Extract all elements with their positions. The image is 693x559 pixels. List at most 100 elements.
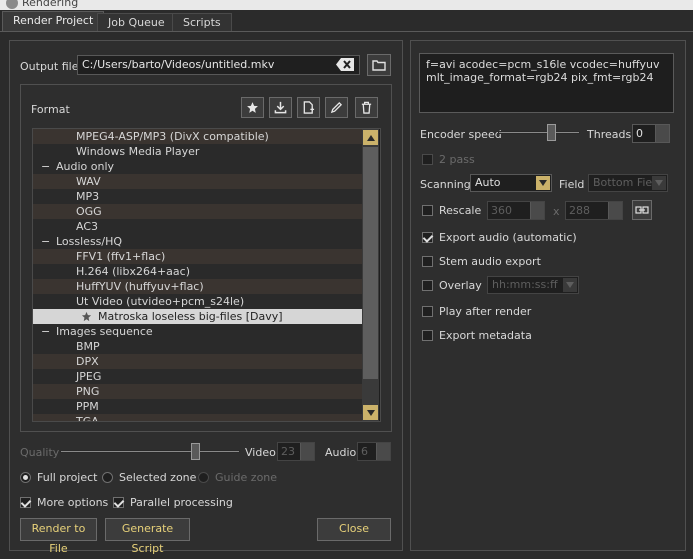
rescale-option[interactable]: Rescale (422, 204, 481, 217)
overlay-checkbox[interactable] (422, 280, 433, 291)
generate-script-button[interactable]: Generate Script (105, 518, 190, 555)
field-select[interactable]: Bottom Field (588, 174, 668, 192)
link-aspect-button[interactable] (632, 200, 652, 220)
rescale-width-value: 360 (491, 204, 512, 217)
tab-job-queue[interactable]: Job Queue (97, 13, 176, 31)
more-options-option[interactable]: More options (20, 496, 108, 509)
scroll-down-button[interactable] (363, 405, 378, 420)
download-button[interactable] (269, 97, 292, 118)
guide-zone-radio[interactable] (198, 472, 209, 483)
output-file-input[interactable]: C:/Users/barto/Videos/untitled.mkv (77, 55, 360, 75)
collapse-icon[interactable]: − (41, 234, 50, 249)
more-options-checkbox[interactable] (20, 497, 31, 508)
format-item[interactable]: Windows Media Player (33, 144, 363, 159)
format-item-label: Ut Video (utvideo+pcm_s24le) (76, 295, 245, 308)
format-label: Format (31, 103, 70, 116)
format-category[interactable]: − Lossless/HQ (33, 234, 363, 249)
format-item[interactable]: JPEG (33, 369, 363, 384)
quality-label: Quality (20, 446, 60, 459)
format-item[interactable]: WAV (33, 174, 363, 189)
format-list-scrollbar[interactable] (362, 129, 379, 421)
format-item[interactable]: OGG (33, 204, 363, 219)
rescale-width-spinbox[interactable]: 360 (487, 201, 545, 220)
format-item[interactable]: MPEG4-ASP/MP3 (DivX compatible) (33, 129, 363, 144)
parallel-processing-checkbox[interactable] (113, 497, 124, 508)
format-item-label: MP3 (76, 190, 100, 203)
edit-profile-button[interactable] (325, 97, 348, 118)
chevron-down-icon (536, 176, 550, 190)
format-item[interactable]: PPM (33, 399, 363, 414)
export-audio-option[interactable]: Export audio (automatic) (422, 231, 577, 244)
full-project-radio[interactable] (20, 472, 31, 483)
two-pass-label: 2 pass (439, 153, 475, 166)
format-item[interactable]: PNG (33, 384, 363, 399)
export-audio-checkbox[interactable] (422, 232, 433, 243)
format-item[interactable]: H.264 (libx264+aac) (33, 264, 363, 279)
full-project-option[interactable]: Full project (20, 471, 97, 484)
new-profile-button[interactable] (297, 97, 320, 118)
quality-slider-handle[interactable] (191, 443, 200, 460)
selected-zone-radio[interactable] (102, 472, 113, 483)
format-category[interactable]: − Audio only (33, 159, 363, 174)
scroll-thumb[interactable] (363, 147, 378, 379)
collapse-icon[interactable]: − (41, 159, 50, 174)
scanning-value: Auto (475, 176, 501, 189)
chevron-down-icon (652, 176, 666, 190)
collapse-icon[interactable]: − (41, 324, 50, 339)
two-pass-option[interactable]: 2 pass (422, 153, 475, 166)
parallel-processing-option[interactable]: Parallel processing (113, 496, 233, 509)
play-after-render-option[interactable]: Play after render (422, 305, 531, 318)
format-item-selected[interactable]: Matroska loseless big-files [Davy] (33, 309, 363, 324)
export-metadata-option[interactable]: Export metadata (422, 329, 532, 342)
rescale-checkbox[interactable] (422, 205, 433, 216)
tab-render-project[interactable]: Render Project (2, 11, 105, 31)
rescale-height-spinbox[interactable]: 288 (565, 201, 623, 220)
render-parameters-text[interactable]: f=avi acodec=pcm_s16le vcodec=huffyuv ml… (419, 53, 674, 113)
new-file-icon (303, 101, 315, 114)
encoder-speed-slider[interactable] (498, 131, 580, 134)
star-icon (247, 102, 258, 113)
pencil-icon (330, 101, 343, 114)
scanning-select[interactable]: Auto (470, 174, 552, 192)
overlay-select[interactable]: hh:mm:ss:ff (487, 276, 579, 294)
overlay-value: hh:mm:ss:ff (492, 278, 558, 291)
star-icon (81, 311, 92, 322)
format-item[interactable]: HuffYUV (huffyuv+flac) (33, 279, 363, 294)
close-button[interactable]: Close (317, 518, 391, 541)
guide-zone-option[interactable]: Guide zone (198, 471, 277, 484)
encoder-speed-slider-handle[interactable] (547, 124, 557, 141)
scroll-up-button[interactable] (363, 130, 378, 145)
selected-zone-option[interactable]: Selected zone (102, 471, 196, 484)
format-item[interactable]: DPX (33, 354, 363, 369)
clear-input-icon[interactable] (336, 58, 354, 71)
export-metadata-checkbox[interactable] (422, 330, 433, 341)
format-item[interactable]: BMP (33, 339, 363, 354)
audio-quality-label: Audio (325, 446, 357, 459)
format-item[interactable]: FFV1 (ffv1+flac) (33, 249, 363, 264)
quality-slider[interactable] (60, 450, 240, 453)
delete-profile-button[interactable] (355, 97, 378, 118)
format-item[interactable]: AC3 (33, 219, 363, 234)
format-item-label: TGA (76, 415, 99, 422)
audio-quality-spinbox[interactable]: 6 (357, 442, 391, 461)
format-category[interactable]: − Images sequence (33, 324, 363, 339)
format-item[interactable]: TGA (33, 414, 363, 422)
tab-scripts[interactable]: Scripts (172, 13, 232, 31)
render-to-file-button[interactable]: Render to File (20, 518, 97, 555)
chevron-up-icon (366, 134, 375, 141)
video-quality-spinbox[interactable]: 23 (277, 442, 315, 461)
stem-audio-option[interactable]: Stem audio export (422, 255, 541, 268)
trash-icon (361, 101, 372, 114)
two-pass-checkbox[interactable] (422, 154, 433, 165)
threads-spinbox[interactable]: 0 (632, 124, 670, 143)
play-after-render-checkbox[interactable] (422, 306, 433, 317)
chevron-down-icon (366, 409, 375, 416)
format-item[interactable]: Ut Video (utvideo+pcm_s24le) (33, 294, 363, 309)
format-item-label: H.264 (libx264+aac) (76, 265, 190, 278)
format-item[interactable]: MP3 (33, 189, 363, 204)
format-list[interactable]: MPEG4-ASP/MP3 (DivX compatible) Windows M… (32, 128, 381, 422)
favorite-button[interactable] (241, 97, 264, 118)
browse-folder-button[interactable] (367, 54, 391, 76)
overlay-option[interactable]: Overlay (422, 279, 482, 292)
stem-audio-checkbox[interactable] (422, 256, 433, 267)
